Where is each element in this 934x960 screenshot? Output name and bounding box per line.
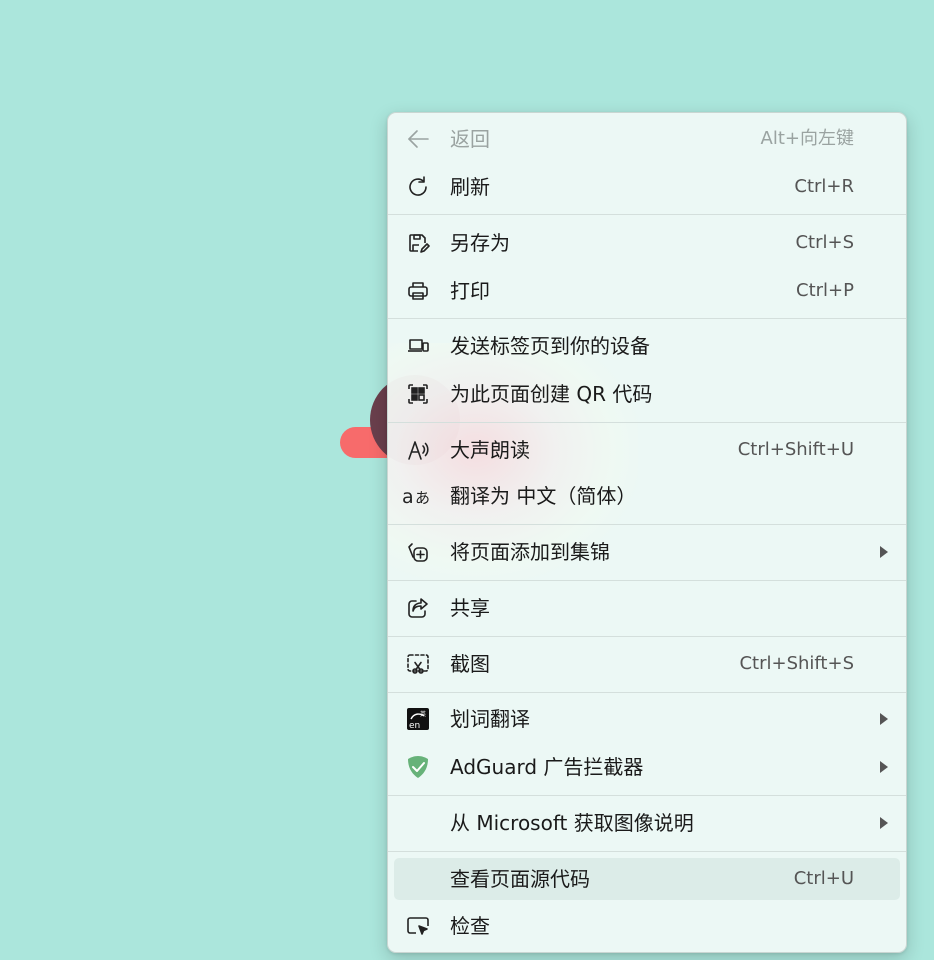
inspect-icon bbox=[406, 914, 430, 938]
svg-text:en: en bbox=[409, 721, 420, 731]
menu-item-label: 为此页面创建 QR 代码 bbox=[450, 382, 653, 406]
menu-item-label: 翻译为 中文（简体） bbox=[450, 484, 637, 508]
menu-item-label: 查看页面源代码 bbox=[450, 867, 590, 891]
submenu-arrow-icon bbox=[880, 713, 888, 725]
submenu-arrow-icon bbox=[880, 546, 888, 558]
menu-item-view-source[interactable]: 查看页面源代码 Ctrl+U bbox=[394, 858, 900, 900]
menu-item-translate[interactable]: a あ 翻译为 中文（简体） bbox=[394, 475, 900, 517]
menu-item-label: 刷新 bbox=[450, 175, 490, 199]
adguard-shield-icon bbox=[406, 755, 430, 779]
menu-item-adguard[interactable]: AdGuard 广告拦截器 bbox=[394, 746, 900, 788]
menu-separator bbox=[388, 214, 906, 215]
menu-separator bbox=[388, 795, 906, 796]
svg-text:あ: あ bbox=[415, 489, 430, 507]
back-arrow-icon bbox=[406, 127, 430, 151]
menu-item-label: 大声朗读 bbox=[450, 438, 530, 462]
menu-item-read-aloud[interactable]: 大声朗读 Ctrl+Shift+U bbox=[394, 429, 900, 471]
collections-add-icon bbox=[406, 540, 430, 564]
menu-item-shortcut: Ctrl+S bbox=[795, 232, 854, 253]
menu-item-share[interactable]: 共享 bbox=[394, 587, 900, 629]
read-aloud-icon bbox=[406, 438, 430, 462]
menu-item-shortcut: Ctrl+P bbox=[796, 280, 854, 301]
menu-item-shortcut: Ctrl+R bbox=[794, 176, 854, 197]
menu-separator bbox=[388, 636, 906, 637]
save-as-icon bbox=[406, 231, 430, 255]
screenshot-icon bbox=[406, 652, 430, 676]
menu-item-back[interactable]: 返回 Alt+向左键 bbox=[394, 118, 900, 160]
menu-item-label: 从 Microsoft 获取图像说明 bbox=[450, 811, 694, 835]
submenu-arrow-icon bbox=[880, 761, 888, 773]
submenu-arrow-icon bbox=[880, 817, 888, 829]
menu-item-shortcut: Ctrl+Shift+S bbox=[739, 653, 854, 674]
menu-item-send-tab[interactable]: 发送标签页到你的设备 bbox=[394, 325, 900, 367]
menu-item-save-as[interactable]: 另存为 Ctrl+S bbox=[394, 222, 900, 264]
menu-item-label: 打印 bbox=[450, 279, 490, 303]
word-translate-extension-icon: en 英 bbox=[406, 707, 430, 731]
refresh-icon bbox=[406, 175, 430, 199]
menu-item-label: 截图 bbox=[450, 652, 490, 676]
svg-text:a: a bbox=[402, 486, 414, 508]
menu-item-label: 返回 bbox=[450, 127, 490, 151]
printer-icon bbox=[406, 279, 430, 303]
menu-item-label: 将页面添加到集锦 bbox=[450, 540, 610, 564]
qr-code-icon bbox=[406, 382, 430, 406]
menu-item-label: 检查 bbox=[450, 914, 490, 938]
menu-separator bbox=[388, 318, 906, 319]
svg-text:英: 英 bbox=[420, 710, 426, 718]
menu-item-word-translate[interactable]: en 英 划词翻译 bbox=[394, 698, 900, 740]
menu-item-inspect[interactable]: 检查 bbox=[394, 905, 900, 947]
menu-item-label: 共享 bbox=[450, 596, 490, 620]
menu-separator bbox=[388, 851, 906, 852]
menu-item-label: AdGuard 广告拦截器 bbox=[450, 755, 644, 779]
menu-item-refresh[interactable]: 刷新 Ctrl+R bbox=[394, 166, 900, 208]
menu-separator bbox=[388, 580, 906, 581]
menu-item-label: 划词翻译 bbox=[450, 707, 530, 731]
menu-separator bbox=[388, 692, 906, 693]
menu-item-screenshot[interactable]: 截图 Ctrl+Shift+S bbox=[394, 643, 900, 685]
menu-item-print[interactable]: 打印 Ctrl+P bbox=[394, 270, 900, 312]
menu-item-label: 另存为 bbox=[450, 231, 510, 255]
context-menu: 返回 Alt+向左键 刷新 Ctrl+R 另存为 Ctrl+S 打印 Ctrl+… bbox=[387, 112, 907, 953]
menu-item-add-to-collections[interactable]: 将页面添加到集锦 bbox=[394, 531, 900, 573]
send-tab-to-device-icon bbox=[406, 334, 430, 358]
share-icon bbox=[406, 596, 430, 620]
menu-item-shortcut: Ctrl+Shift+U bbox=[737, 439, 854, 460]
menu-item-image-descriptions[interactable]: 从 Microsoft 获取图像说明 bbox=[394, 802, 900, 844]
menu-separator bbox=[388, 524, 906, 525]
menu-item-shortcut: Ctrl+U bbox=[793, 868, 854, 889]
menu-item-qr-code[interactable]: 为此页面创建 QR 代码 bbox=[394, 373, 900, 415]
translate-icon: a あ bbox=[402, 484, 434, 508]
menu-item-shortcut: Alt+向左键 bbox=[760, 128, 854, 149]
menu-separator bbox=[388, 422, 906, 423]
menu-item-label: 发送标签页到你的设备 bbox=[450, 334, 650, 358]
